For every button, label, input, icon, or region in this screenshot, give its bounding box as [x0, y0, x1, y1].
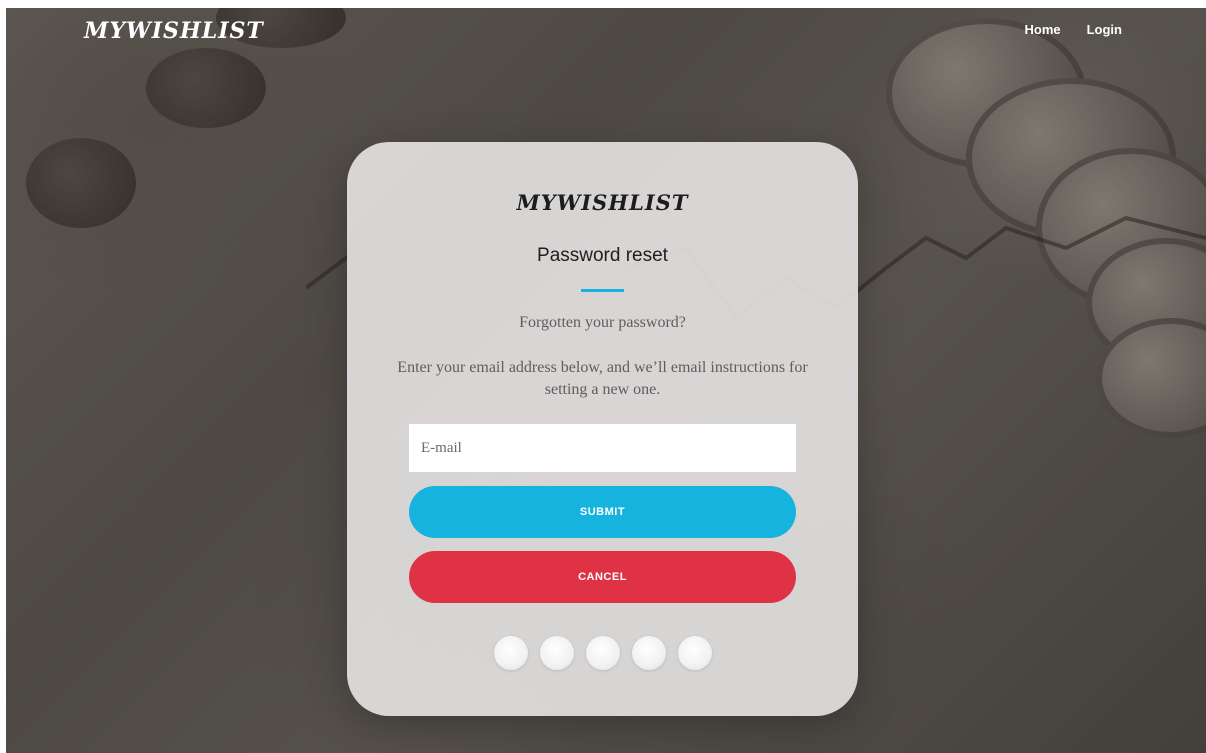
- background-calculator-key: [26, 138, 136, 228]
- nav-logo[interactable]: MYWISHLIST: [84, 18, 264, 44]
- card-description: Enter your email address below, and we’l…: [397, 359, 808, 398]
- background-coin: [1036, 148, 1206, 308]
- email-input[interactable]: [409, 424, 796, 472]
- card-title: Password reset: [537, 245, 668, 266]
- social-login-row: [347, 636, 858, 670]
- social-icon[interactable]: [585, 636, 620, 670]
- background-coin: [1096, 318, 1206, 438]
- social-icon[interactable]: [539, 636, 574, 670]
- nav-link-home[interactable]: Home: [1024, 22, 1060, 37]
- background-coin: [1086, 238, 1206, 368]
- social-icon[interactable]: [631, 636, 666, 670]
- password-reset-card: MYWISHLIST Password reset Forgotten your…: [347, 142, 858, 716]
- social-icon[interactable]: [677, 636, 712, 670]
- background-coin: [966, 78, 1176, 238]
- submit-button[interactable]: SUBMIT: [409, 486, 796, 538]
- cancel-button[interactable]: CANCEL: [409, 551, 796, 603]
- card-subtitle: Forgotten your password?: [519, 314, 686, 331]
- top-nav: Home Login: [1024, 22, 1122, 37]
- nav-link-login[interactable]: Login: [1087, 22, 1122, 37]
- social-icon[interactable]: [493, 636, 528, 670]
- title-divider: [581, 289, 624, 292]
- background-calculator-key: [146, 48, 266, 128]
- card-logo: MYWISHLIST: [516, 190, 689, 215]
- background-coin: [886, 18, 1086, 168]
